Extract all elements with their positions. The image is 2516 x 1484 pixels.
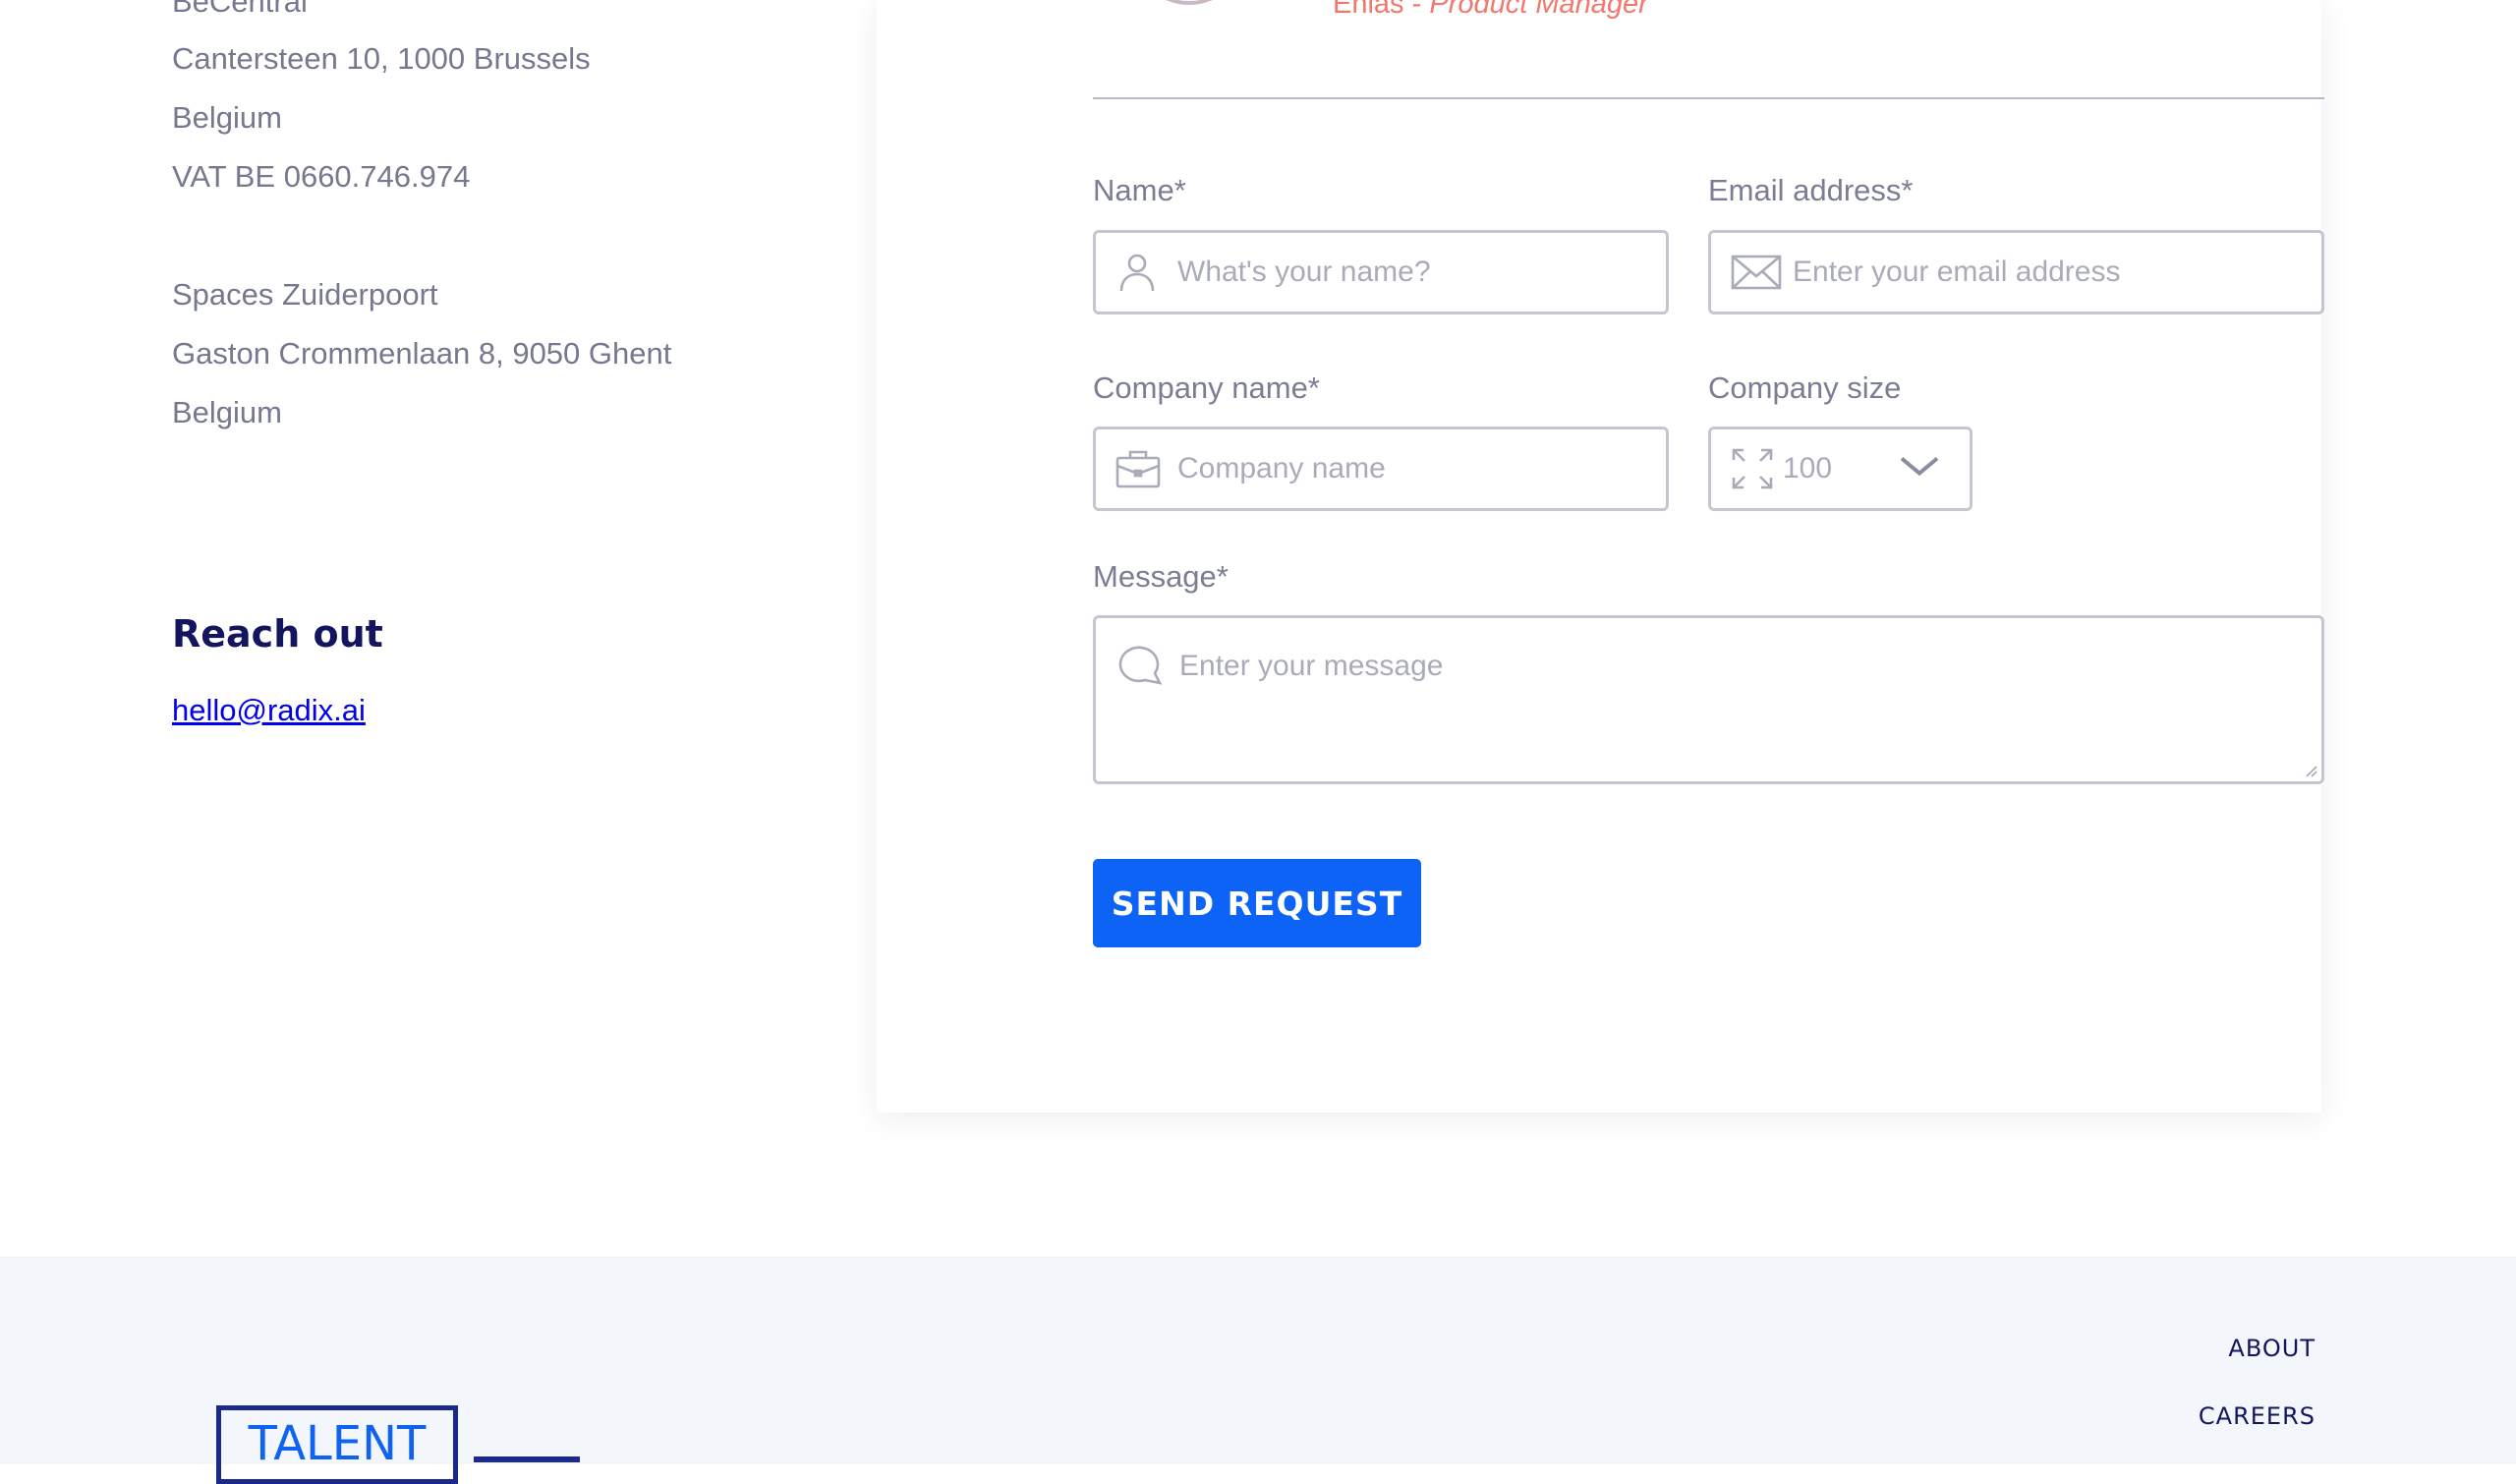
name-label: Name*	[1093, 173, 1186, 207]
logo-underline	[474, 1456, 580, 1462]
address-line: Spaces Zuiderpoort	[172, 277, 438, 312]
message-label: Message*	[1093, 559, 1229, 594]
company-size-label: Company size	[1708, 371, 1902, 405]
contact-person-caption: Enias - Product Manager	[1333, 0, 1648, 21]
message-placeholder: Enter your message	[1179, 650, 1444, 682]
company-size-value: 100	[1783, 452, 1833, 485]
reach-out-heading: Reach out	[172, 612, 383, 656]
chevron-down-icon	[1899, 455, 1940, 484]
footer-logo[interactable]: TALENT	[216, 1405, 458, 1484]
contact-person-role: Product Manager	[1429, 0, 1648, 20]
company-name-placeholder: Company name	[1177, 452, 1386, 485]
email-label: Email address*	[1708, 173, 1914, 207]
expand-icon	[1731, 447, 1774, 490]
user-icon	[1115, 251, 1159, 294]
company-name-input[interactable]: Company name	[1093, 427, 1669, 511]
footer-nav-careers[interactable]: CAREERS	[2199, 1402, 2316, 1430]
address-line: VAT BE 0660.746.974	[172, 159, 471, 194]
footer-nav-about[interactable]: ABOUT	[2228, 1335, 2316, 1362]
chat-bubble-icon	[1115, 644, 1163, 687]
contact-person-name: Enias -	[1333, 0, 1430, 20]
address-line: Cantersteen 10, 1000 Brussels	[172, 41, 591, 76]
envelope-icon	[1731, 251, 1782, 294]
message-textarea[interactable]: Enter your message	[1093, 615, 2324, 784]
company-name-label: Company name*	[1093, 371, 1320, 405]
name-placeholder: What's your name?	[1177, 256, 1431, 288]
email-field[interactable]: Enter your email address	[1708, 230, 2324, 314]
address-line: Belgium	[172, 395, 282, 429]
name-input[interactable]: What's your name?	[1093, 230, 1669, 314]
address-line: Gaston Crommenlaan 8, 9050 Ghent	[172, 336, 672, 371]
divider	[1093, 97, 2324, 99]
company-size-select[interactable]: 100	[1708, 427, 1973, 511]
resize-handle-icon[interactable]	[2304, 764, 2317, 777]
address-line: BeCentral	[172, 0, 308, 19]
email-placeholder: Enter your email address	[1793, 256, 2121, 288]
send-request-button[interactable]: SEND REQUEST	[1093, 859, 1421, 947]
address-line: Belgium	[172, 100, 282, 135]
contact-email-link[interactable]: hello@radix.ai	[172, 693, 366, 728]
briefcase-icon	[1115, 447, 1161, 490]
logo-text: TALENT	[248, 1416, 427, 1471]
